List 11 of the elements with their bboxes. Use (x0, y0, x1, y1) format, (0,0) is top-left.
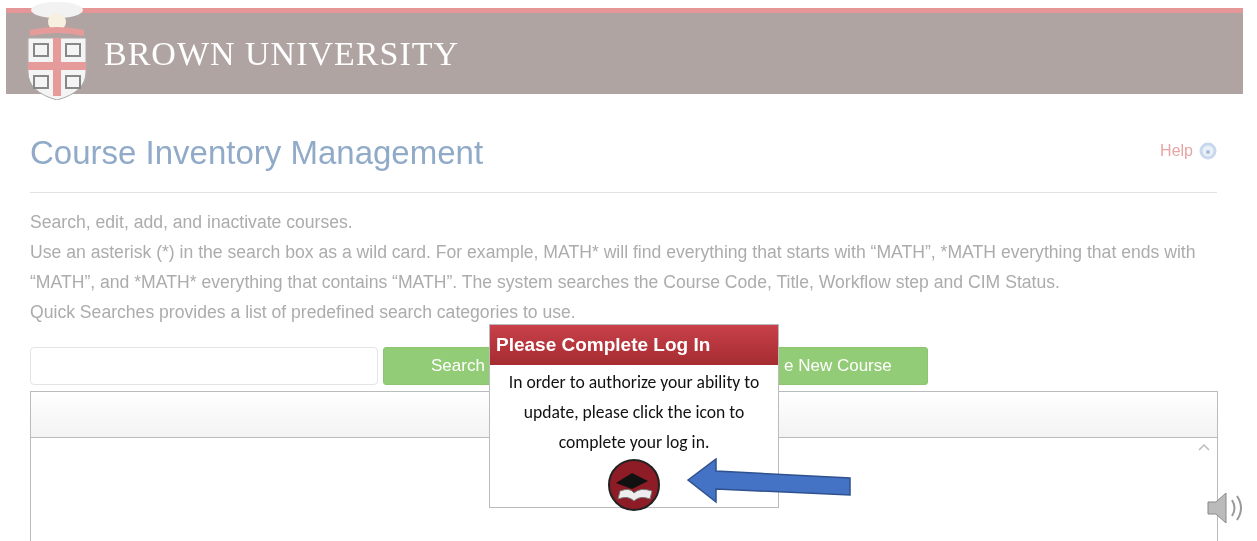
scroll-up-icon[interactable] (1197, 442, 1211, 452)
intro-text: Quick Searches provides a list of predefined search categories to use. (30, 301, 577, 324)
university-name: BROWN UNIVERSITY (104, 34, 460, 73)
page-title: Course Inventory Management (30, 134, 484, 172)
search-field[interactable] (30, 347, 378, 385)
help-icon[interactable] (1199, 142, 1217, 160)
popup-title: Please Complete Log In (490, 325, 778, 365)
intro-text: Search, edit, add, and inactivate courses. (30, 211, 354, 234)
intro-text: Use an asterisk (*) in the search box as a wild card. For example, MATH* will find everything that starts with “MATH”, *MATH everything that ends with “MATH”, and *MATH* everything that contains “MATH”. The system searches the Course Code, Title, Workflow step and CIM Status. (30, 241, 1197, 294)
help-link[interactable]: Help (1160, 142, 1193, 160)
graduation-cap-book-icon[interactable] (608, 459, 660, 511)
